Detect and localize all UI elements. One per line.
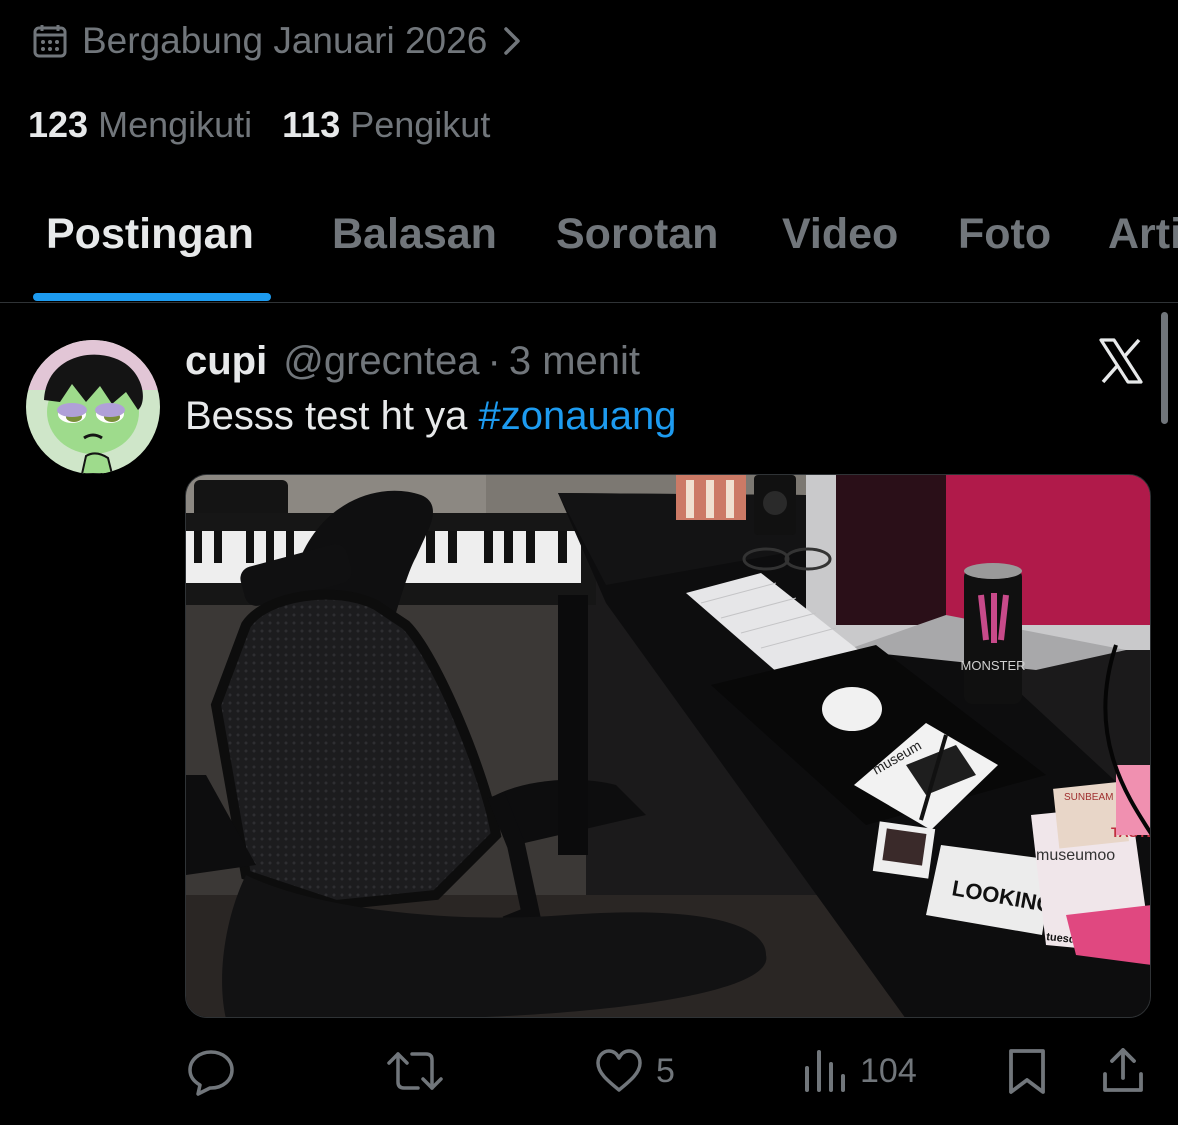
tab-sorotan[interactable]: Sorotan	[556, 210, 718, 259]
follow-stats: 123 Mengikuti 113 Pengikut	[28, 102, 490, 148]
following-link[interactable]: 123 Mengikuti	[28, 104, 252, 146]
like-button[interactable]: 5	[594, 1040, 675, 1102]
separator-dot: ·	[487, 338, 501, 383]
share-button[interactable]	[1100, 1040, 1146, 1102]
tab-balasan[interactable]: Balasan	[332, 210, 497, 259]
tab-postingan[interactable]: Postingan	[46, 210, 254, 259]
post-actions: 5 104	[0, 1040, 1178, 1102]
post-time[interactable]: 3 menit	[509, 339, 640, 384]
bookmark-icon	[1006, 1046, 1048, 1096]
post-body: Besss test ht ya	[185, 394, 479, 438]
chevron-right-icon	[501, 25, 523, 57]
post-text: Besss test ht ya #zonauang	[185, 394, 676, 439]
svg-text:museumoo: museumoo	[1036, 847, 1115, 864]
reply-icon	[186, 1046, 236, 1096]
views-button[interactable]: 104	[802, 1040, 917, 1102]
x-logo-icon	[1097, 337, 1145, 390]
heart-icon	[594, 1046, 644, 1096]
post-header: cupi @grecntea · 3 menit	[185, 336, 640, 386]
like-count: 5	[656, 1051, 675, 1090]
repost-icon	[386, 1046, 444, 1096]
joined-date-text: Bergabung Januari 2026	[82, 20, 488, 61]
scrollbar[interactable]	[1161, 312, 1168, 424]
user-handle[interactable]: @grecntea	[283, 339, 479, 384]
followers-label: Pengikut	[350, 104, 491, 145]
following-label: Mengikuti	[98, 104, 253, 145]
svg-text:MONSTER: MONSTER	[961, 658, 1026, 673]
reply-button[interactable]	[186, 1040, 248, 1102]
following-count: 123	[28, 104, 89, 145]
joined-date-row[interactable]: Bergabung Januari 2026	[32, 18, 523, 64]
profile-tabs: Postingan Balasan Sorotan Video Foto Art…	[0, 190, 1178, 303]
tab-foto[interactable]: Foto	[958, 210, 1051, 259]
active-tab-indicator	[33, 293, 271, 301]
followers-count: 113	[282, 104, 341, 145]
post-media-image[interactable]: MONSTER museum LOOKING AT ME SUNBEAM ZON…	[185, 474, 1151, 1018]
display-name[interactable]: cupi	[185, 339, 267, 384]
tab-artikel[interactable]: Artikel	[1108, 210, 1178, 259]
share-icon	[1100, 1046, 1146, 1096]
bookmark-button[interactable]	[1006, 1040, 1048, 1102]
views-count: 104	[860, 1051, 917, 1090]
hashtag-link[interactable]: #zonauang	[478, 394, 676, 438]
repost-button[interactable]	[386, 1040, 456, 1102]
calendar-icon	[32, 23, 68, 59]
tab-video[interactable]: Video	[782, 210, 898, 259]
followers-link[interactable]: 113 Pengikut	[282, 104, 490, 146]
views-chart-icon	[802, 1046, 848, 1096]
avatar[interactable]	[26, 340, 160, 474]
